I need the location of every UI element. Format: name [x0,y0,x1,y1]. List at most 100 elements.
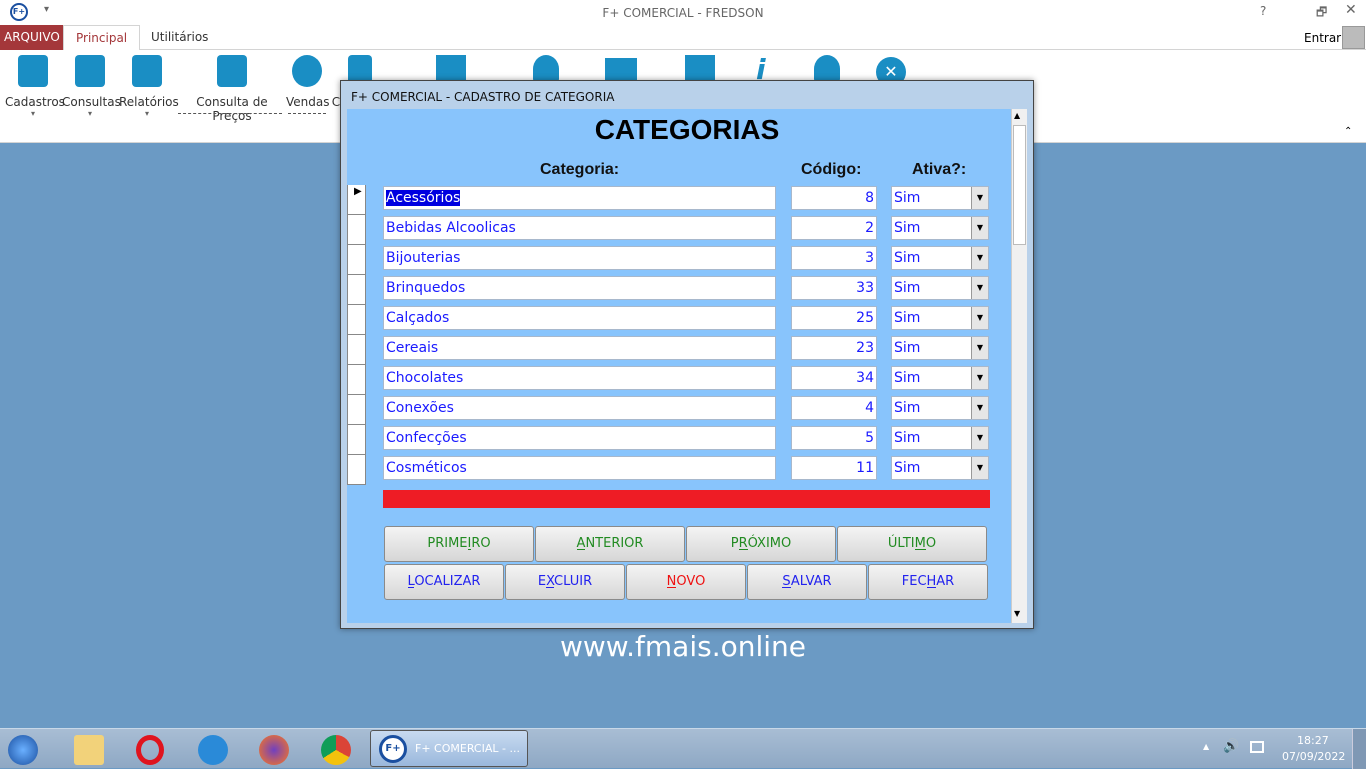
taskbar-active-window[interactable]: F+ F+ COMERCIAL - ... [370,730,528,767]
categoria-field[interactable]: Chocolates [383,366,776,390]
chevron-down-icon[interactable]: ▼ [971,367,988,389]
ativa-select[interactable]: Sim ▼ [891,426,989,450]
show-desktop-button[interactable] [1352,729,1366,769]
novo-button[interactable]: NOVO [626,564,746,600]
categoria-field[interactable]: Calçados [383,306,776,330]
codigo-field[interactable]: 3 [791,246,877,270]
ativa-select[interactable]: Sim ▼ [891,186,989,210]
vertical-scrollbar[interactable]: ▲ ▼ [1011,109,1027,623]
scroll-up-icon[interactable]: ▲ [1014,111,1020,120]
row-selector[interactable] [347,245,366,275]
row-selector[interactable] [347,365,366,395]
chevron-down-icon[interactable]: ▼ [971,277,988,299]
restore-button[interactable]: 🗗 [1316,3,1327,24]
clock-time[interactable]: 18:27 [1297,734,1329,747]
internet-explorer-icon[interactable] [198,735,228,765]
cash-register-icon[interactable] [685,55,715,83]
chevron-down-icon[interactable]: ▼ [971,217,988,239]
row-selector[interactable] [347,275,366,305]
row-selector[interactable]: ▶ [347,185,366,215]
categoria-field[interactable]: Bebidas Alcoolicas [383,216,776,240]
ativa-value: Sim [894,340,921,356]
codigo-field[interactable]: 23 [791,336,877,360]
ativa-select[interactable]: Sim ▼ [891,246,989,270]
chevron-down-icon[interactable]: ▼ [971,307,988,329]
row-selector[interactable] [347,335,366,365]
ribbon-consultas[interactable]: Consultas ▾ [62,55,121,118]
excluir-button[interactable]: EXCLUIR [505,564,625,600]
ativa-select[interactable]: Sim ▼ [891,276,989,300]
signin-link[interactable]: Entrar [1304,31,1341,45]
collapse-ribbon-icon[interactable]: ⌃ [1344,126,1352,137]
row-selector[interactable] [347,425,366,455]
chrome-icon[interactable] [321,735,351,765]
categoria-field[interactable]: Acessórios [383,186,776,210]
opera-icon[interactable] [136,735,164,765]
help-button[interactable]: ? [1260,4,1266,18]
network-icon[interactable] [1250,741,1264,753]
codigo-field[interactable]: 8 [791,186,877,210]
volume-icon[interactable]: 🔊 [1223,739,1239,754]
codigo-field[interactable]: 33 [791,276,877,300]
codigo-field[interactable]: 4 [791,396,877,420]
show-hidden-icons[interactable]: ▲ [1203,742,1209,751]
categoria-field[interactable]: Cereais [383,336,776,360]
codigo-field[interactable]: 11 [791,456,877,480]
scroll-thumb[interactable] [1013,125,1026,245]
categoria-field[interactable]: Conexões [383,396,776,420]
ativa-select[interactable]: Sim ▼ [891,336,989,360]
row-selector[interactable] [347,215,366,245]
fechar-button[interactable]: FECHAR [868,564,988,600]
row-selector[interactable] [347,305,366,335]
ribbon-cadastros[interactable]: Cadastros ▾ [5,55,65,118]
chevron-down-icon[interactable]: ▼ [971,457,988,479]
tab-utilitarios[interactable]: Utilitários [143,25,216,50]
avatar[interactable] [1342,26,1365,49]
ativa-value: Sim [894,460,921,476]
categoria-field[interactable]: Confecções [383,426,776,450]
file-explorer-icon[interactable] [74,735,104,765]
ativa-select[interactable]: Sim ▼ [891,396,989,420]
chevron-down-icon[interactable]: ▼ [971,337,988,359]
codigo-field[interactable]: 34 [791,366,877,390]
ribbon-relatorios[interactable]: Relatórios ▾ [119,55,179,118]
categoria-value: Bijouterias [386,250,461,266]
ativa-select[interactable]: Sim ▼ [891,216,989,240]
ativa-select[interactable]: Sim ▼ [891,306,989,330]
chart-icon[interactable] [605,58,637,82]
close-button[interactable]: ✕ [1345,2,1357,18]
clock-date[interactable]: 07/09/2022 [1282,750,1345,763]
user-settings-icon[interactable] [814,55,840,83]
categoria-value: Conexões [386,400,454,416]
codigo-field[interactable]: 25 [791,306,877,330]
ativa-select[interactable]: Sim ▼ [891,456,989,480]
salvar-button[interactable]: SALVAR [747,564,867,600]
access-key-underline [407,587,415,588]
categoria-field[interactable]: Brinquedos [383,276,776,300]
edit-icon[interactable] [436,55,466,83]
user-icon[interactable] [533,55,559,83]
anterior-button[interactable]: ANTERIOR [535,526,685,562]
ativa-select[interactable]: Sim ▼ [891,366,989,390]
tab-principal[interactable]: Principal [63,25,141,51]
firefox-icon[interactable] [259,735,289,765]
chevron-down-icon[interactable]: ▼ [971,187,988,209]
proximo-button[interactable]: PRÓXIMO [686,526,836,562]
start-button[interactable] [8,735,38,765]
scroll-down-icon[interactable]: ▼ [1014,609,1020,618]
codigo-field[interactable]: 2 [791,216,877,240]
localizar-button[interactable]: LOCALIZAR [384,564,504,600]
primeiro-button[interactable]: PRIMEIRO [384,526,534,562]
categoria-field[interactable]: Cosméticos [383,456,776,480]
codigo-field[interactable]: 5 [791,426,877,450]
tab-arquivo[interactable]: ARQUIVO [0,25,64,50]
row-selector[interactable] [347,395,366,425]
ativa-value: Sim [894,190,921,206]
ultimo-button[interactable]: ÚLTIMO [837,526,987,562]
row-selector[interactable] [347,455,366,485]
chevron-down-icon[interactable]: ▼ [971,427,988,449]
chevron-down-icon[interactable]: ▼ [971,397,988,419]
chevron-down-icon[interactable]: ▼ [971,247,988,269]
ribbon-vendas[interactable]: Vendas [286,55,330,109]
categoria-field[interactable]: Bijouterias [383,246,776,270]
